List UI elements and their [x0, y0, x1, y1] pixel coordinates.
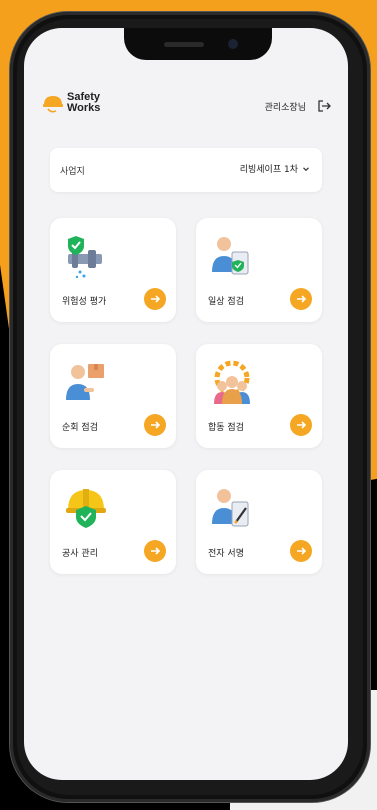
tile-construction-management[interactable]: 공사 관리: [50, 470, 176, 574]
joint-inspection-icon: [214, 360, 250, 404]
e-signature-icon: [212, 489, 249, 527]
app-screen: Safety Works 관리소장님 사업지 리빙세이프 1차 위험성 평가 일…: [24, 28, 348, 780]
tile-joint-inspection[interactable]: 합동 점검: [196, 344, 322, 448]
logout-icon[interactable]: [316, 98, 332, 114]
hardhat-logo-icon: [43, 96, 63, 113]
arrow-right-icon: [297, 421, 307, 429]
tile-daily-inspection[interactable]: 일상 점검: [196, 218, 322, 322]
tile-e-signature[interactable]: 전자 서명: [196, 470, 322, 574]
tile-label: 순회 점검: [62, 423, 98, 433]
site-selected-value: 리빙세이프 1차: [239, 165, 298, 175]
phone-speaker: [164, 42, 204, 47]
arrow-right-button[interactable]: [144, 288, 166, 310]
site-label: 사업지: [60, 167, 85, 177]
arrow-right-icon: [297, 295, 307, 303]
arrow-right-button[interactable]: [144, 540, 166, 562]
arrow-right-button[interactable]: [144, 414, 166, 436]
site-dropdown[interactable]: 리빙세이프 1차: [240, 162, 310, 175]
site-selector[interactable]: 사업지 리빙세이프 1차: [50, 148, 322, 192]
tile-label: 합동 점검: [208, 423, 244, 433]
arrow-right-button[interactable]: [290, 414, 312, 436]
chevron-down-icon: [303, 166, 309, 171]
user-area: 관리소장님: [265, 98, 332, 114]
arrow-right-icon: [151, 421, 161, 429]
construction-management-icon: [66, 489, 106, 528]
tile-label: 전자 서명: [208, 549, 244, 559]
arrow-right-button[interactable]: [290, 288, 312, 310]
tile-risk-assessment[interactable]: 위험성 평가: [50, 218, 176, 322]
tile-patrol-inspection[interactable]: 순회 점검: [50, 344, 176, 448]
logo-line2: Works: [67, 102, 101, 114]
phone-camera: [228, 39, 238, 49]
logo-text: Safety Works: [67, 92, 100, 114]
tile-label: 공사 관리: [62, 549, 98, 559]
arrow-right-button[interactable]: [290, 540, 312, 562]
daily-inspection-icon: [212, 237, 249, 275]
app-logo: Safety Works: [42, 92, 100, 114]
app-header: Safety Works 관리소장님: [24, 88, 348, 128]
user-name: 관리소장님: [264, 102, 306, 113]
tile-label: 위험성 평가: [62, 297, 107, 307]
tile-label: 일상 점검: [208, 297, 244, 307]
arrow-right-icon: [297, 547, 307, 555]
risk-assessment-icon: [68, 236, 102, 279]
arrow-right-icon: [151, 295, 161, 303]
patrol-inspection-icon: [66, 364, 104, 400]
arrow-right-icon: [151, 547, 161, 555]
